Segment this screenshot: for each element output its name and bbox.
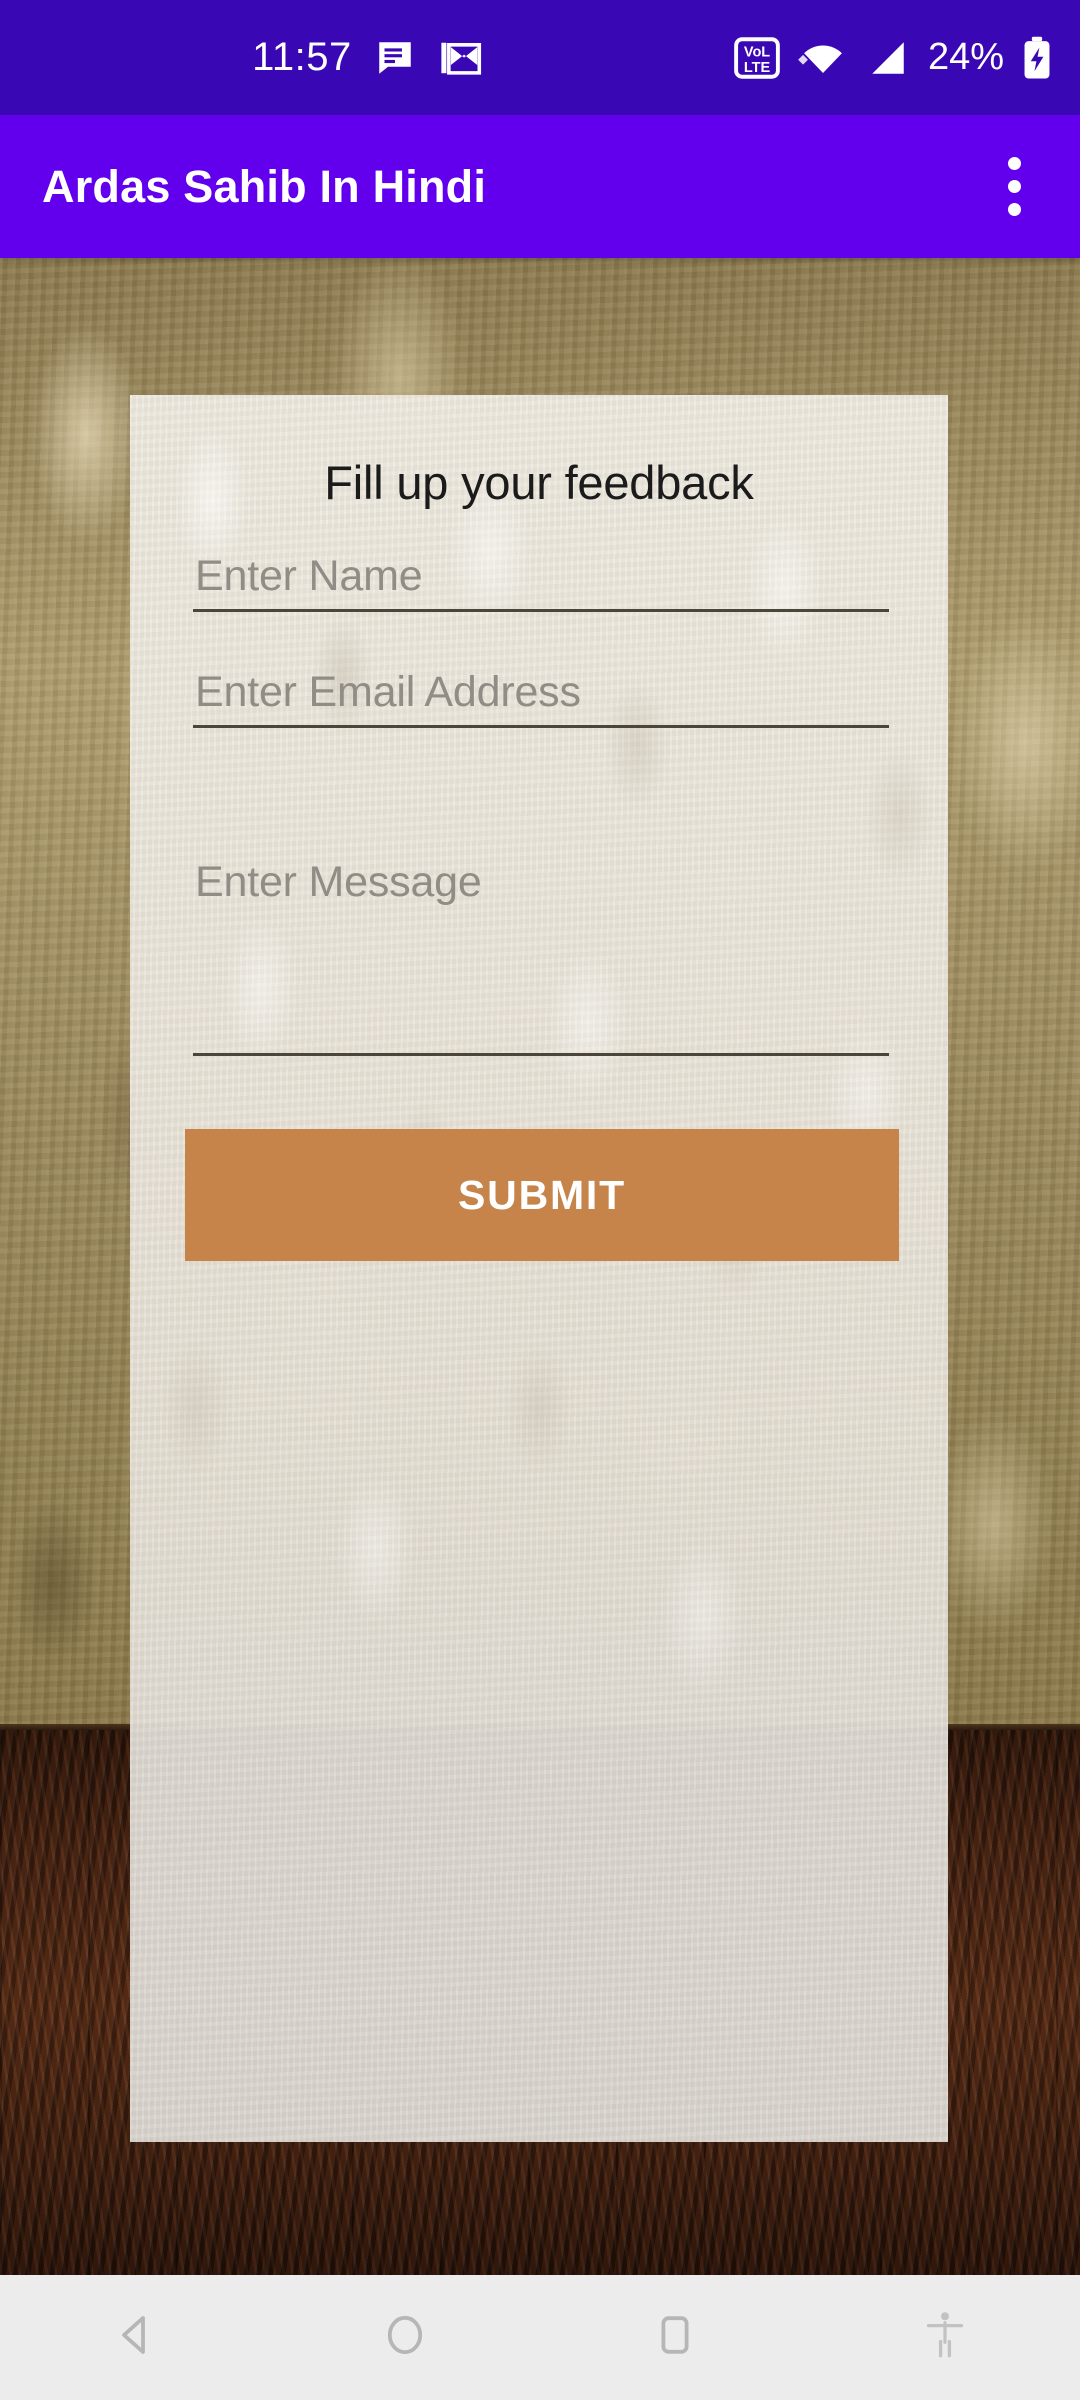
wifi-icon — [798, 37, 848, 79]
nav-recents-button[interactable] — [540, 2275, 810, 2400]
message-icon — [374, 37, 416, 79]
email-input-field[interactable]: Enter Email Address — [193, 671, 889, 761]
svg-text:VoL: VoL — [744, 44, 770, 60]
battery-charging-icon — [1022, 36, 1052, 80]
accessibility-icon — [922, 2310, 968, 2365]
name-input-underline — [193, 609, 889, 612]
back-triangle-icon — [111, 2311, 159, 2364]
overflow-dot-1 — [1007, 157, 1021, 170]
feedback-form-title: Fill up your feedback — [324, 456, 754, 509]
feedback-form-card: Fill up your feedback Enter Name Enter E… — [130, 395, 948, 2142]
message-input-placeholder: Enter Message — [195, 858, 482, 906]
submit-button[interactable]: SUBMIT — [185, 1129, 899, 1261]
name-input-placeholder: Enter Name — [195, 552, 423, 600]
overflow-dot-3 — [1007, 203, 1021, 216]
status-bar-center-group: 11:57 — [252, 35, 482, 80]
email-input-placeholder: Enter Email Address — [195, 668, 581, 716]
app-bar-title: Ardas Sahib In Hindi — [42, 160, 487, 212]
app-bar: Ardas Sahib In Hindi — [0, 115, 1080, 258]
name-input-field[interactable]: Enter Name — [193, 555, 889, 645]
gmail-icon — [438, 37, 482, 79]
system-navigation-bar — [0, 2275, 1080, 2400]
phone-screen: 11:57 VoL LTE 24% Ardas Sahib In Hindi F… — [0, 0, 1080, 2400]
battery-percent-label: 24% — [927, 36, 1005, 78]
nav-accessibility-button[interactable] — [810, 2275, 1080, 2400]
volte-icon: VoL LTE — [734, 36, 780, 80]
email-input-underline — [193, 725, 889, 728]
svg-text:LTE: LTE — [744, 60, 771, 76]
status-bar: 11:57 VoL LTE 24% — [0, 0, 1080, 115]
cellular-signal-icon — [866, 37, 910, 79]
nav-back-button[interactable] — [0, 2275, 270, 2400]
message-input-underline — [193, 1053, 889, 1056]
overflow-dot-2 — [1007, 180, 1021, 193]
overflow-menu-icon[interactable] — [966, 139, 1062, 235]
status-bar-clock: 11:57 — [252, 35, 352, 79]
nav-home-button[interactable] — [270, 2275, 540, 2400]
recents-square-icon — [651, 2311, 699, 2364]
status-bar-right-group: VoL LTE 24% — [734, 36, 1080, 80]
home-circle-icon — [381, 2311, 429, 2364]
message-input-field[interactable]: Enter Message — [193, 861, 889, 1111]
